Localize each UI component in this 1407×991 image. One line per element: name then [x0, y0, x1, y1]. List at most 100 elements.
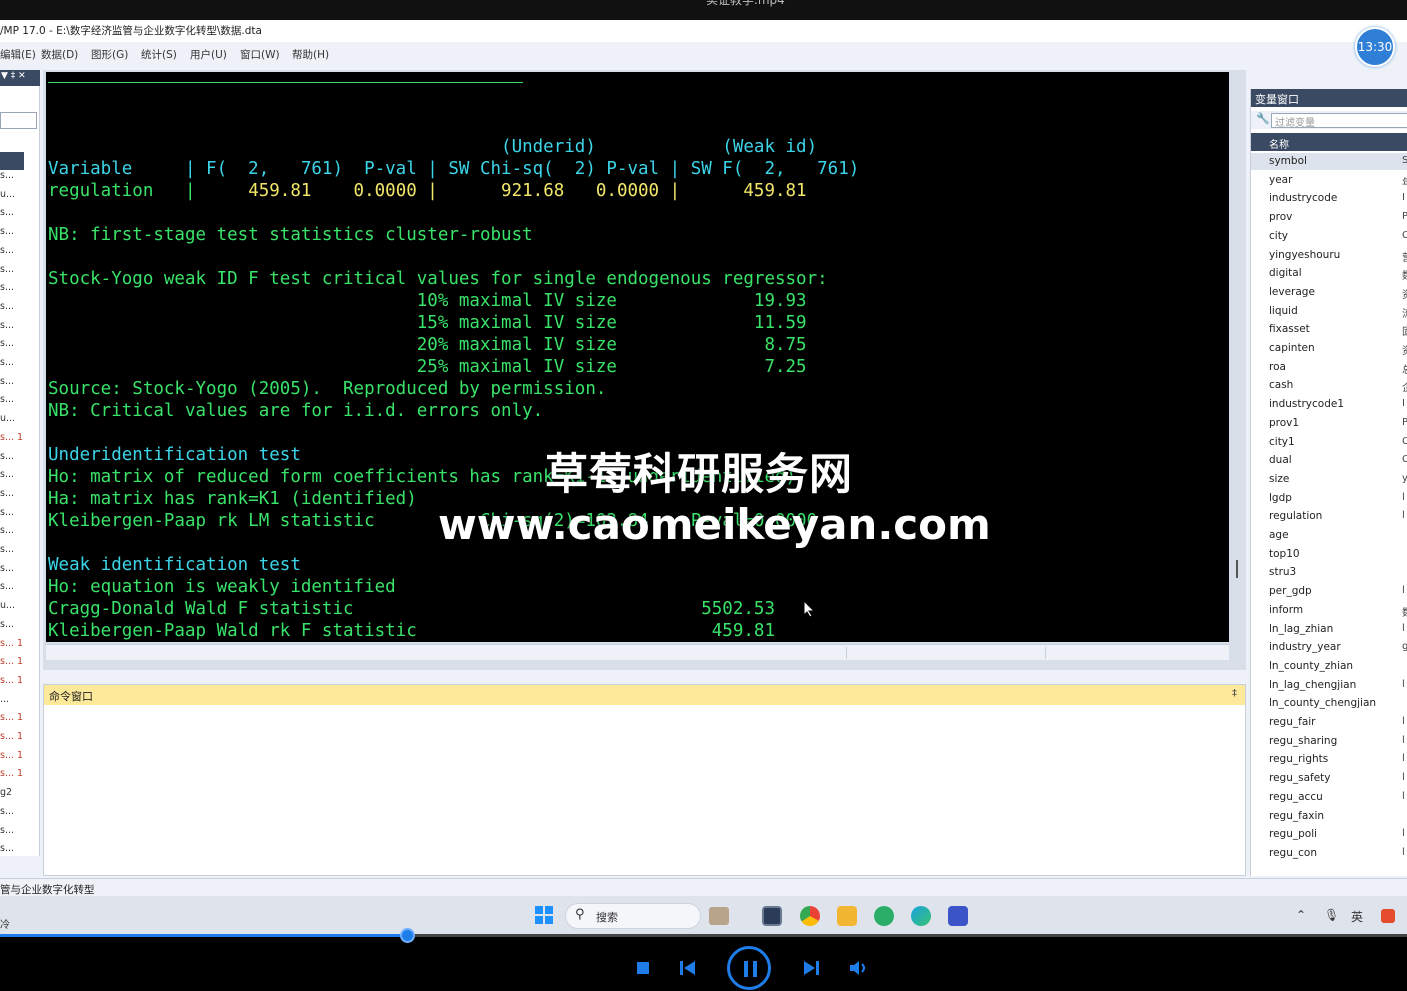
- wechat-icon[interactable]: [874, 906, 894, 926]
- wrench-icon[interactable]: 🔧: [1256, 112, 1270, 125]
- review-item[interactable]: s...: [0, 581, 30, 599]
- review-item[interactable]: s...: [0, 357, 30, 375]
- ime-indicator[interactable]: 英: [1351, 908, 1363, 925]
- review-item[interactable]: s... 1: [0, 675, 30, 693]
- review-item[interactable]: ...: [0, 694, 30, 712]
- review-search-input[interactable]: [0, 112, 37, 129]
- volume-icon[interactable]: [849, 960, 869, 976]
- variable-item[interactable]: regu_safety: [1269, 772, 1331, 784]
- pin-icon[interactable]: ‡: [1232, 688, 1237, 699]
- variable-item[interactable]: year: [1269, 174, 1292, 186]
- variable-item[interactable]: prov: [1269, 211, 1292, 223]
- review-item[interactable]: s... 1: [0, 750, 30, 768]
- variable-item[interactable]: lgdp: [1269, 492, 1292, 504]
- next-icon[interactable]: [803, 960, 819, 976]
- review-item[interactable]: u...: [0, 189, 30, 207]
- taskbar-search[interactable]: ⚲ 搜索: [565, 903, 729, 929]
- stop-icon[interactable]: [637, 962, 649, 974]
- variable-item[interactable]: fixasset: [1269, 323, 1310, 335]
- variable-item[interactable]: digital: [1269, 267, 1302, 279]
- edge-icon[interactable]: [911, 906, 931, 926]
- review-item[interactable]: s... 1: [0, 656, 30, 674]
- review-item[interactable]: s...: [0, 544, 30, 562]
- variable-item[interactable]: symbol: [1269, 155, 1307, 167]
- stata-app-icon[interactable]: [948, 906, 968, 926]
- variable-item[interactable]: stru3: [1269, 566, 1296, 578]
- review-item[interactable]: u...: [0, 600, 30, 618]
- review-item[interactable]: u...: [0, 413, 30, 431]
- sogou-icon[interactable]: [1381, 909, 1395, 923]
- command-window[interactable]: 命令窗口 ‡: [43, 684, 1246, 876]
- review-item[interactable]: s...: [0, 245, 30, 263]
- menu-item[interactable]: 编辑(E): [0, 47, 36, 62]
- variable-item[interactable]: liquid: [1269, 305, 1298, 317]
- progress-knob[interactable]: [399, 928, 415, 943]
- microphone-icon[interactable]: 🎙: [1324, 908, 1339, 922]
- review-item[interactable]: s...: [0, 338, 30, 356]
- review-item[interactable]: s...: [0, 264, 30, 282]
- review-item[interactable]: s... 1: [0, 712, 30, 730]
- variable-name-column-header[interactable]: 名称: [1251, 133, 1407, 151]
- review-item[interactable]: s...: [0, 207, 30, 225]
- review-item[interactable]: s... 1: [0, 731, 30, 749]
- review-item[interactable]: s...: [0, 507, 30, 525]
- review-item[interactable]: g2: [0, 787, 30, 805]
- variable-item[interactable]: industrycode1: [1269, 398, 1344, 410]
- menu-item[interactable]: 窗口(W): [240, 47, 280, 62]
- tray-chevron-icon[interactable]: ⌃: [1296, 908, 1306, 922]
- review-item[interactable]: s...: [0, 376, 30, 394]
- review-item[interactable]: s... 1: [0, 432, 30, 450]
- variable-item[interactable]: roa: [1269, 361, 1286, 373]
- variable-item[interactable]: city1: [1269, 436, 1295, 448]
- review-item[interactable]: s...: [0, 394, 30, 412]
- variable-item[interactable]: cash: [1269, 379, 1293, 391]
- review-item[interactable]: s...: [0, 488, 30, 506]
- review-item[interactable]: s...: [0, 806, 30, 824]
- variable-item[interactable]: prov1: [1269, 417, 1299, 429]
- review-item[interactable]: s...: [0, 469, 30, 487]
- variable-filter-input[interactable]: 过滤变量: [1271, 113, 1407, 129]
- variable-item[interactable]: top10: [1269, 548, 1300, 560]
- variable-item[interactable]: ln_county_zhian: [1269, 660, 1353, 672]
- review-selected-item[interactable]: [0, 152, 24, 170]
- review-item[interactable]: s...: [0, 282, 30, 300]
- variable-item[interactable]: regulation: [1269, 510, 1322, 522]
- variable-item[interactable]: regu_faxin: [1269, 810, 1324, 822]
- variable-item[interactable]: regu_accu: [1269, 791, 1323, 803]
- review-item[interactable]: s...: [0, 301, 30, 319]
- menu-item[interactable]: 图形(G): [91, 47, 128, 62]
- review-item[interactable]: s...: [0, 525, 30, 543]
- variable-item[interactable]: regu_sharing: [1269, 735, 1337, 747]
- file-explorer-icon[interactable]: [837, 906, 857, 926]
- menu-item[interactable]: 数据(D): [41, 47, 78, 62]
- variable-item[interactable]: regu_fair: [1269, 716, 1315, 728]
- variable-item[interactable]: dual: [1269, 454, 1292, 466]
- task-view-icon[interactable]: [762, 906, 782, 926]
- review-item[interactable]: s...: [0, 451, 30, 469]
- review-item[interactable]: s... 1: [0, 638, 30, 656]
- review-item[interactable]: s...: [0, 843, 30, 861]
- hscroll-thumb[interactable]: [846, 647, 1046, 659]
- review-item[interactable]: s...: [0, 226, 30, 244]
- variable-item[interactable]: regu_rights: [1269, 753, 1328, 765]
- variable-item[interactable]: per_gdp: [1269, 585, 1312, 597]
- windows-start-icon[interactable]: [535, 906, 553, 924]
- menu-item[interactable]: 帮助(H): [292, 47, 329, 62]
- variable-item[interactable]: ln_county_chengjian: [1269, 697, 1376, 709]
- variable-item[interactable]: ln_lag_zhian: [1269, 623, 1333, 635]
- review-item[interactable]: s... 1: [0, 768, 30, 786]
- review-item[interactable]: s...: [0, 170, 30, 188]
- chrome-icon[interactable]: [800, 906, 820, 926]
- variable-item[interactable]: capinten: [1269, 342, 1315, 354]
- previous-icon[interactable]: [680, 960, 696, 976]
- variable-item[interactable]: industry_year: [1269, 641, 1341, 653]
- review-item[interactable]: s...: [0, 619, 30, 637]
- variable-item[interactable]: size: [1269, 473, 1289, 485]
- results-scrollbar[interactable]: [1236, 560, 1238, 578]
- review-item[interactable]: s...: [0, 825, 30, 843]
- results-hscroll[interactable]: [46, 644, 1229, 660]
- variable-item[interactable]: leverage: [1269, 286, 1315, 298]
- variable-item[interactable]: city: [1269, 230, 1288, 242]
- variable-item[interactable]: inform: [1269, 604, 1303, 616]
- review-item[interactable]: s...: [0, 320, 30, 338]
